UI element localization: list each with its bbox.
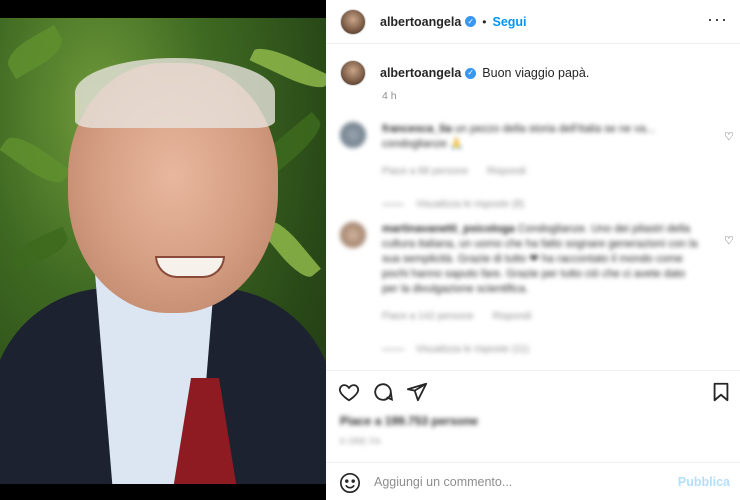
more-options-icon[interactable]: ···: [707, 10, 728, 28]
comment-likes[interactable]: Piace a 88 persone: [382, 166, 468, 177]
caption-time[interactable]: 4 h: [382, 90, 397, 102]
verified-badge-icon: ✓: [465, 16, 477, 27]
foliage: [8, 226, 72, 272]
commenter-username[interactable]: martinavanetti_psicologa: [382, 223, 515, 235]
share-icon[interactable]: [406, 381, 428, 403]
post-date[interactable]: 6 ORE FA: [340, 436, 381, 446]
post-photo[interactable]: [0, 18, 326, 484]
emoji-icon[interactable]: [339, 472, 361, 494]
commenter-username[interactable]: francesca_lia: [382, 123, 452, 135]
comment-body: francesca_lia un pezzo della storia dell…: [382, 122, 702, 212]
separator-dot: •: [482, 14, 487, 29]
post-header: albertoangela ✓ • Segui ···: [326, 0, 740, 44]
foliage: [0, 130, 71, 190]
reply-button[interactable]: Rispondi: [487, 166, 526, 177]
comment-body: martinavanetti_psicologa Condoglianze. U…: [382, 222, 702, 357]
caption: albertoangela ✓ Buon viaggio papà.: [340, 60, 589, 86]
foliage: [2, 24, 68, 80]
view-replies[interactable]: Visualizza le risposte (8): [382, 197, 702, 212]
likes-count[interactable]: Piace a 199.753 persone: [340, 414, 478, 428]
header-username[interactable]: albertoangela: [380, 15, 461, 29]
smile: [155, 256, 225, 278]
add-comment-bar: Pubblica: [326, 462, 740, 500]
comment-likes[interactable]: Piace a 142 persone: [382, 311, 474, 322]
action-bar: [326, 370, 740, 412]
comment-like-heart-icon[interactable]: ♡: [724, 234, 736, 247]
comment-icon[interactable]: [372, 381, 394, 403]
caption-text: Buon viaggio papà.: [482, 66, 590, 80]
post-side-panel: albertoangela ✓ • Segui ··· albertoangel…: [326, 0, 740, 500]
comment-meta: Piace a 88 persone Rispondi: [382, 164, 702, 179]
commenter-avatar[interactable]: [340, 122, 366, 148]
verified-badge-icon: ✓: [465, 67, 477, 79]
heart-icon[interactable]: [338, 381, 360, 403]
follow-button[interactable]: Segui: [492, 15, 526, 29]
hair: [75, 58, 275, 128]
commenter-avatar[interactable]: [340, 222, 366, 248]
comments-section[interactable]: albertoangela ✓ Buon viaggio papà. 4 h f…: [326, 46, 740, 368]
avatar[interactable]: [340, 60, 366, 86]
comment-input[interactable]: [374, 473, 664, 491]
instagram-post: albertoangela ✓ • Segui ··· albertoangel…: [0, 0, 740, 500]
caption-username[interactable]: albertoangela: [380, 66, 461, 80]
reply-button[interactable]: Rispondi: [493, 311, 532, 322]
view-replies[interactable]: Visualizza le risposte (11): [382, 342, 702, 357]
publish-button[interactable]: Pubblica: [678, 475, 730, 489]
bookmark-icon[interactable]: [710, 381, 732, 403]
comment-meta: Piace a 142 persone Rispondi: [382, 309, 702, 324]
comment-like-heart-icon[interactable]: ♡: [724, 130, 736, 143]
avatar[interactable]: [340, 8, 366, 35]
